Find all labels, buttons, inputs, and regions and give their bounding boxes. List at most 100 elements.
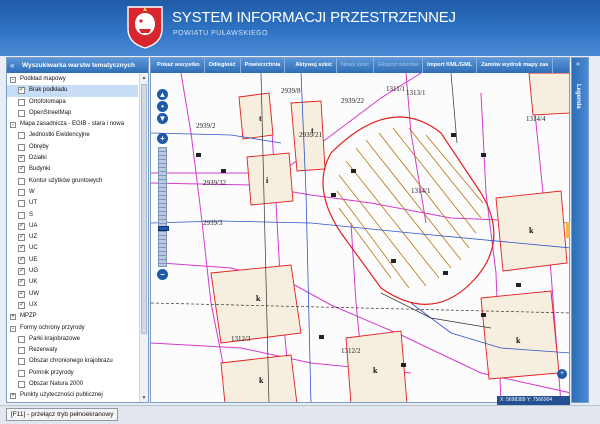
layer-label: UW bbox=[29, 290, 39, 297]
zoom-slider-handle[interactable] bbox=[158, 226, 169, 231]
map-canvas[interactable]: 2939/8 2939/2 2939/22 2939/32 2939/3 293… bbox=[151, 73, 570, 403]
parcel-label: 2939/3 bbox=[203, 219, 223, 227]
layer-checkbox[interactable] bbox=[18, 243, 25, 253]
expand-group-icon[interactable]: + bbox=[10, 393, 16, 400]
layer-tree-item[interactable]: + MPZP bbox=[7, 311, 138, 322]
layer-tree-item[interactable]: UE bbox=[7, 255, 138, 266]
layer-checkbox[interactable] bbox=[18, 143, 25, 151]
layer-tree-item[interactable]: Parki krajobrazowe bbox=[7, 334, 138, 345]
layer-checkbox[interactable] bbox=[18, 200, 25, 208]
layer-tree-item[interactable]: UC bbox=[7, 243, 138, 254]
layer-tree-item[interactable]: W bbox=[7, 187, 138, 198]
parcel-label: 1314/4 bbox=[526, 115, 546, 123]
layer-label: Parki krajobrazowe bbox=[29, 335, 81, 342]
collapse-group-icon[interactable]: - bbox=[10, 122, 16, 129]
layer-tree-item[interactable]: - Formy ochrony przyrody bbox=[7, 323, 138, 334]
layer-checkbox[interactable] bbox=[18, 266, 25, 276]
layer-tree-item[interactable]: UG bbox=[7, 266, 138, 277]
map-panel[interactable]: Pokaż wszystko Odległość Powierzchnia Aktyw… bbox=[150, 57, 570, 403]
layer-checkbox[interactable] bbox=[18, 300, 25, 310]
layer-tree-item[interactable]: - Mapa zasadnicza - EGIB - stara i nowa bbox=[7, 119, 138, 130]
layer-tree-item[interactable]: Jednostki Ewidencyjne bbox=[7, 130, 138, 141]
expand-group-icon[interactable]: + bbox=[10, 314, 16, 321]
layer-tree-item[interactable]: Budynki bbox=[7, 164, 138, 175]
layer-checkbox[interactable] bbox=[18, 177, 25, 185]
layer-checkbox[interactable] bbox=[18, 347, 25, 355]
layer-checkbox[interactable] bbox=[18, 358, 25, 366]
collapse-left-icon[interactable]: « bbox=[10, 61, 19, 70]
parcel-label: 2939/8 bbox=[281, 87, 301, 95]
layer-tree-item[interactable]: S bbox=[7, 210, 138, 221]
layer-tree-item[interactable]: Działki bbox=[7, 153, 138, 164]
layer-checkbox[interactable] bbox=[18, 85, 25, 95]
collapse-group-icon[interactable]: - bbox=[10, 77, 16, 83]
fullscreen-toggle-button[interactable]: [F11] - przełącz tryb pełnoekranowy bbox=[6, 408, 119, 421]
scroll-thumb[interactable] bbox=[141, 84, 147, 334]
layer-tree-item[interactable]: Obszar Natura 2000 bbox=[7, 379, 138, 390]
zoom-in-icon[interactable]: + bbox=[157, 133, 168, 144]
layer-tree-item[interactable]: Pomnik przyrody bbox=[7, 368, 138, 379]
layer-tree-item[interactable]: Obszar chronionego krajobrazu bbox=[7, 356, 138, 367]
building-label: k bbox=[259, 376, 264, 385]
legend-panel[interactable]: « Legenda bbox=[571, 57, 589, 403]
layer-checkbox[interactable] bbox=[18, 369, 25, 377]
layer-tree-item[interactable]: UW bbox=[7, 289, 138, 300]
layer-tree-item[interactable]: - Podkład mapowy bbox=[7, 74, 138, 85]
layer-checkbox[interactable] bbox=[18, 109, 25, 117]
layer-label: UG bbox=[29, 268, 38, 275]
building-label: k bbox=[256, 294, 261, 303]
layer-checkbox[interactable] bbox=[18, 289, 25, 299]
layer-tree-item[interactable]: Ortofotomapa bbox=[7, 97, 138, 108]
layer-label: Jednostki Ewidencyjne bbox=[29, 132, 90, 139]
pan-up-icon[interactable]: ▲ bbox=[157, 89, 168, 100]
toolbar-button[interactable]: Aktywuj szkic bbox=[291, 58, 338, 73]
layer-tree-scrollbar[interactable]: ▲ ▼ bbox=[139, 74, 148, 402]
layer-checkbox[interactable] bbox=[18, 153, 25, 163]
zoom-slider[interactable] bbox=[158, 147, 169, 267]
layer-label: OpenStreetMap bbox=[29, 109, 72, 116]
toolbar-button[interactable]: Odległość bbox=[205, 58, 241, 73]
scroll-up-icon[interactable]: ▲ bbox=[140, 74, 148, 82]
layer-checkbox[interactable] bbox=[18, 188, 25, 196]
layer-tree-item[interactable]: Kontur użytków gruntowych bbox=[7, 176, 138, 187]
layer-tree-item[interactable]: UZ bbox=[7, 232, 138, 243]
layer-tree-item[interactable]: Brak podkładu bbox=[7, 85, 138, 97]
layer-checkbox[interactable] bbox=[18, 255, 25, 265]
toolbar-button[interactable]: Eksport szkiców bbox=[374, 58, 424, 73]
layer-checkbox[interactable] bbox=[18, 335, 25, 343]
layer-tree-item[interactable]: UX bbox=[7, 300, 138, 311]
layer-checkbox[interactable] bbox=[18, 211, 25, 219]
layer-checkbox[interactable] bbox=[18, 381, 25, 389]
collapse-group-icon[interactable]: - bbox=[10, 325, 16, 332]
layer-tree-item[interactable]: OpenStreetMap bbox=[7, 108, 138, 119]
layer-checkbox[interactable] bbox=[18, 221, 25, 231]
layer-checkbox[interactable] bbox=[18, 132, 25, 140]
layer-label: Podkład mapowy bbox=[20, 76, 66, 82]
layer-tree-item[interactable]: UA bbox=[7, 221, 138, 232]
pan-down-icon[interactable]: ▼ bbox=[157, 113, 168, 124]
layer-checkbox[interactable] bbox=[18, 232, 25, 242]
layer-tree-item[interactable]: Rezerwaty bbox=[7, 345, 138, 356]
zoom-out-icon[interactable]: − bbox=[157, 269, 168, 280]
layer-checkbox[interactable] bbox=[18, 98, 25, 106]
layer-tree-item[interactable]: UK bbox=[7, 277, 138, 288]
layer-checkbox[interactable] bbox=[18, 277, 25, 287]
map-zoom-small-icon[interactable]: + bbox=[557, 369, 567, 379]
toolbar-button[interactable]: Import KML/GML bbox=[423, 58, 478, 73]
expand-legend-icon[interactable]: « bbox=[576, 61, 580, 68]
map-side-handle[interactable] bbox=[566, 222, 570, 238]
layer-tree-item[interactable]: Obręby bbox=[7, 142, 138, 153]
layer-panel-header: « Wyszukiwarka warstw tematycznych bbox=[7, 58, 148, 73]
layer-label: Obszar chronionego krajobrazu bbox=[29, 358, 113, 365]
toolbar-button[interactable]: Zamów wydruk mapy zas bbox=[477, 58, 554, 73]
scroll-down-icon[interactable]: ▼ bbox=[140, 394, 148, 402]
layer-tree-item[interactable]: UT bbox=[7, 198, 138, 209]
layer-label: UC bbox=[29, 245, 38, 252]
toolbar-button[interactable]: Nowy szkic bbox=[337, 58, 375, 73]
layer-checkbox[interactable] bbox=[18, 164, 25, 174]
toolbar-button[interactable]: Powierzchnia bbox=[241, 58, 286, 73]
layer-label: Punkty użyteczności publicznej bbox=[20, 392, 103, 399]
layer-tree-item[interactable]: + Punkty użyteczności publicznej bbox=[7, 390, 138, 401]
pan-center-icon[interactable]: • bbox=[157, 101, 168, 112]
toolbar-button[interactable]: Pokaż wszystko bbox=[153, 58, 205, 73]
